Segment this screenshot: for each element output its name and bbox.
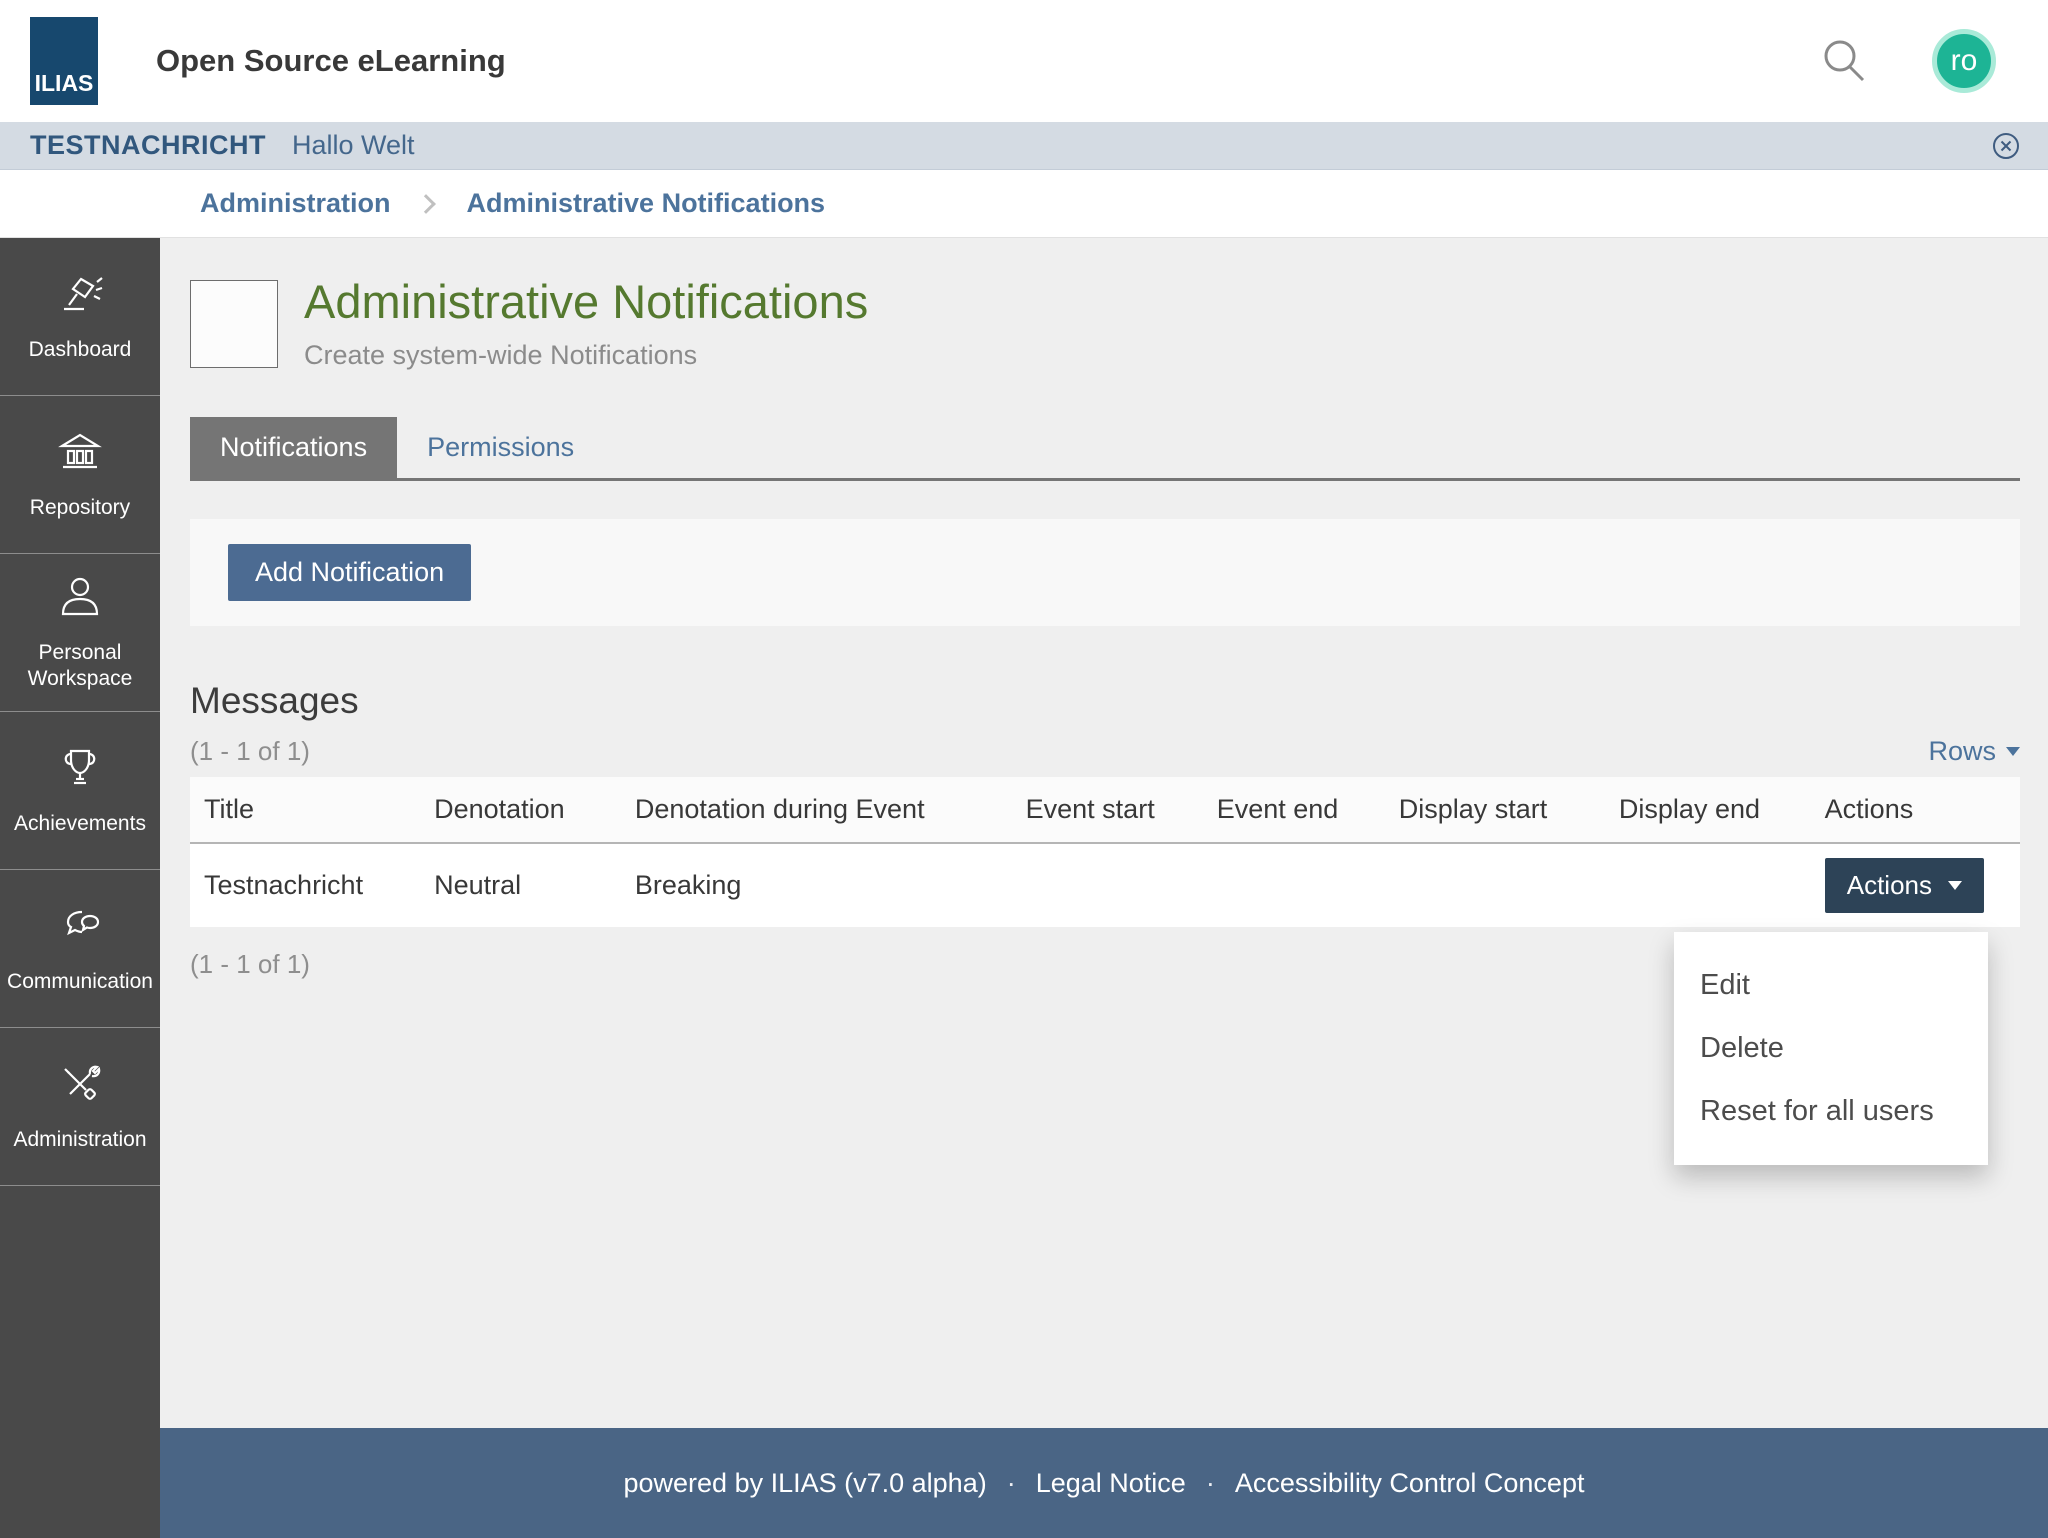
tab-permissions[interactable]: Permissions — [397, 417, 604, 478]
add-notification-button[interactable]: Add Notification — [228, 543, 472, 601]
cell-event-start — [1011, 842, 1203, 927]
legal-notice-link[interactable]: Legal Notice — [1036, 1468, 1186, 1499]
top-header: ILIAS Open Source eLearning ro — [0, 0, 2048, 122]
toolbar: Add Notification — [190, 518, 2020, 626]
sidebar-item-label: Repository — [29, 496, 131, 519]
chevron-down-icon — [1948, 880, 1962, 890]
cell-actions: Actions Edit Delete Reset for all users — [1674, 842, 2020, 1165]
app-title: Open Source eLearning — [156, 43, 506, 78]
sidebar-item-label: Personal Workspace — [27, 640, 133, 691]
sidebar-item-label: Communication — [7, 970, 153, 993]
column-header-event-end: Event end — [1202, 776, 1385, 844]
powered-by-text: powered by ILIAS (v7.0 alpha) — [623, 1467, 987, 1498]
menu-item-delete[interactable]: Delete — [1674, 1017, 1988, 1080]
actions-button-label: Actions — [1846, 869, 1932, 900]
tab-notifications[interactable]: Notifications — [190, 416, 398, 478]
cell-denotation: Neutral — [420, 842, 621, 927]
rows-dropdown[interactable]: Rows — [1928, 736, 2020, 767]
main-sidebar: Dashboard Repository Personal Workspace — [0, 238, 160, 1538]
header-actions: ro — [1820, 29, 1996, 93]
sidebar-item-label: Achievements — [14, 812, 146, 835]
page-title: Administrative Notifications — [304, 275, 869, 328]
messages-table: Title Denotation Denotation during Event… — [190, 776, 2020, 1165]
sidebar-item-label: Administration — [13, 1128, 147, 1151]
sidebar-item-label: Dashboard — [28, 338, 132, 361]
page-header: Administrative Notifications Create syst… — [190, 276, 2020, 371]
close-icon[interactable] — [1990, 130, 2022, 162]
object-icon-placeholder — [190, 280, 278, 368]
column-header-denotation-during-event: Denotation during Event — [620, 776, 1012, 844]
column-header-actions: Actions — [1810, 776, 2020, 844]
cell-event-end — [1202, 842, 1385, 927]
breadcrumb-administrative-notifications[interactable]: Administrative Notifications — [467, 188, 826, 219]
table-row: Testnachricht Neutral Breaking Actions E… — [190, 842, 2020, 1165]
bank-icon — [56, 428, 104, 483]
person-icon — [56, 573, 104, 628]
sidebar-item-repository[interactable]: Repository — [0, 396, 160, 554]
banner-message: Hallo Welt — [292, 130, 415, 160]
result-count-top: (1 - 1 of 1) — [190, 735, 310, 766]
chevron-right-icon — [415, 193, 436, 214]
logo-text: ILIAS — [34, 70, 94, 96]
sidebar-item-administration[interactable]: Administration — [0, 1028, 160, 1186]
page-footer: powered by ILIAS (v7.0 alpha) · Legal No… — [160, 1428, 2048, 1538]
messages-heading: Messages — [190, 679, 359, 721]
menu-item-reset-for-all-users[interactable]: Reset for all users — [1674, 1080, 1988, 1143]
cell-denotation-during-event: Breaking — [620, 842, 1012, 927]
cell-display-end — [1604, 842, 1811, 927]
cell-title: Testnachricht — [190, 842, 421, 927]
avatar[interactable]: ro — [1932, 29, 1996, 93]
column-header-denotation: Denotation — [420, 776, 621, 844]
sidebar-item-personal-workspace[interactable]: Personal Workspace — [0, 554, 160, 712]
breadcrumb: Administration Administrative Notificati… — [0, 170, 2048, 238]
tools-icon — [56, 1060, 104, 1115]
breadcrumb-administration[interactable]: Administration — [200, 188, 391, 219]
footer-separator: · — [1205, 1467, 1215, 1498]
chevron-down-icon — [2006, 746, 2020, 756]
search-icon[interactable] — [1820, 37, 1868, 85]
banner-title: TESTNACHRICHT — [30, 130, 266, 160]
system-notification-banner: TESTNACHRICHT Hallo Welt — [0, 122, 2048, 170]
chat-bubbles-icon — [56, 902, 104, 957]
trophy-icon — [56, 744, 104, 799]
footer-separator: · — [1006, 1467, 1016, 1498]
table-header-row: Title Denotation Denotation during Event… — [190, 776, 2020, 844]
tab-bar: Notifications Permissions — [190, 416, 2020, 481]
actions-dropdown-menu: Edit Delete Reset for all users — [1674, 931, 1988, 1165]
sidebar-item-achievements[interactable]: Achievements — [0, 712, 160, 870]
actions-dropdown-button[interactable]: Actions — [1824, 857, 1984, 913]
menu-item-edit[interactable]: Edit — [1674, 954, 1988, 1017]
rows-label: Rows — [1928, 735, 1996, 766]
ilias-logo[interactable]: ILIAS — [30, 17, 98, 105]
accessibility-link[interactable]: Accessibility Control Concept — [1235, 1468, 1585, 1499]
avatar-initials: ro — [1950, 44, 1978, 77]
column-header-title: Title — [190, 776, 421, 844]
main-content: Administrative Notifications Create syst… — [160, 238, 2048, 1428]
sidebar-item-dashboard[interactable]: Dashboard — [0, 238, 160, 396]
cell-display-start — [1384, 842, 1605, 927]
column-header-event-start: Event start — [1011, 776, 1203, 844]
column-header-display-start: Display start — [1384, 776, 1605, 844]
column-header-display-end: Display end — [1604, 776, 1811, 844]
sidebar-item-communication[interactable]: Communication — [0, 870, 160, 1028]
lamp-icon — [56, 270, 104, 325]
page-subtitle: Create system-wide Notifications — [304, 339, 698, 370]
